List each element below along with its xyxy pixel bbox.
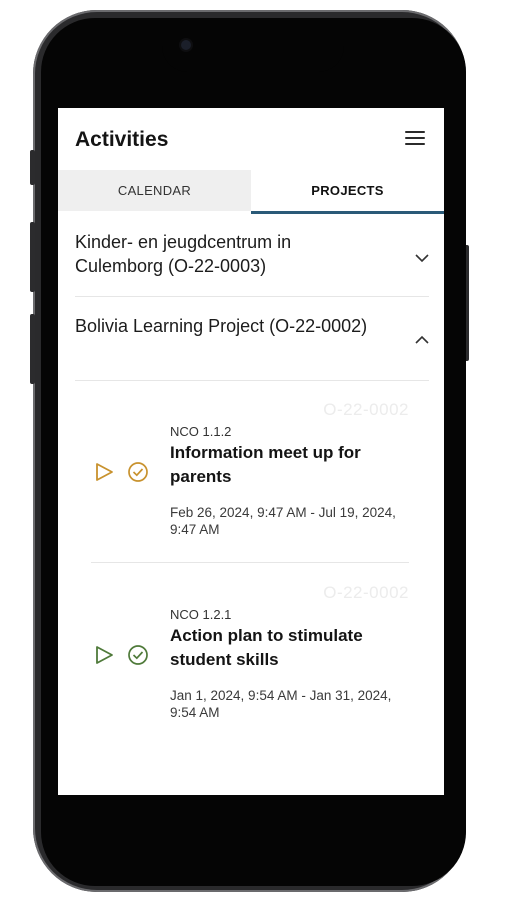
activity-title: Information meet up for parents — [170, 443, 361, 486]
chevron-up-icon — [415, 335, 429, 344]
play-icon[interactable] — [93, 644, 115, 666]
tab-projects[interactable]: PROJECTS — [251, 170, 444, 214]
tab-bar: CALENDAR PROJECTS — [58, 170, 444, 214]
app-screen: Activities CALENDAR PROJECTS Kinder- en … — [58, 108, 444, 795]
activity-dates: Feb 26, 2024, 9:47 AM - Jul 19, 2024, 9:… — [170, 505, 396, 537]
check-circle-icon[interactable] — [127, 644, 149, 666]
chevron-down-icon — [415, 254, 429, 263]
side-button-volume-down — [30, 314, 35, 384]
activity-nco: NCO 1.1.2 — [170, 424, 232, 439]
tab-calendar[interactable]: CALENDAR — [58, 170, 251, 211]
check-circle-icon[interactable] — [127, 461, 149, 483]
activity-title: Action plan to stimulate student skills — [170, 626, 363, 669]
page-title: Activities — [75, 128, 169, 151]
hamburger-menu-icon[interactable] — [405, 131, 425, 147]
side-button-silent — [30, 150, 35, 185]
side-button-volume-up — [30, 222, 35, 292]
activity-item[interactable]: O-22-0002 NCO 1.2.1 Action plan to stimu… — [91, 583, 409, 733]
activity-divider — [91, 562, 409, 563]
activity-nco: NCO 1.2.1 — [170, 607, 232, 622]
app-header: Activities — [58, 108, 444, 170]
activity-project-code: O-22-0002 — [323, 583, 409, 602]
project-row-culemborg[interactable]: Kinder- en jeugdcentrum in Culemborg (O-… — [75, 213, 429, 297]
activity-dates: Jan 1, 2024, 9:54 AM - Jan 31, 2024, 9:5… — [170, 688, 392, 720]
project-name: Kinder- en jeugdcentrum in Culemborg (O-… — [75, 232, 292, 276]
play-icon[interactable] — [93, 461, 115, 483]
project-row-bolivia[interactable]: Bolivia Learning Project (O-22-0002) — [75, 297, 429, 381]
project-name: Bolivia Learning Project (O-22-0002) — [75, 316, 368, 336]
camera-icon — [181, 40, 191, 50]
activity-item[interactable]: O-22-0002 NCO 1.1.2 Information meet up … — [91, 400, 409, 550]
activity-project-code: O-22-0002 — [323, 400, 409, 419]
